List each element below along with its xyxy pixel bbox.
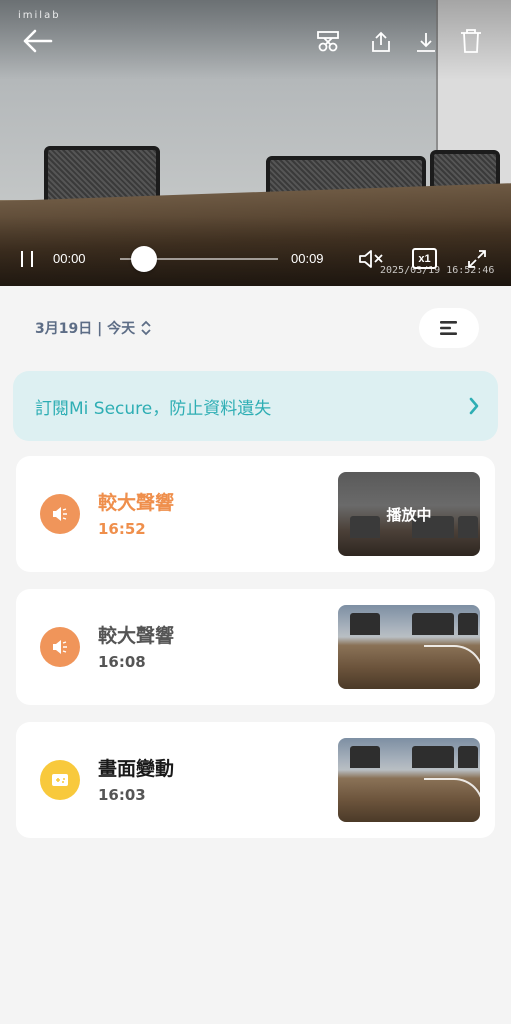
video-player[interactable]: imilab 00:00 00:09 x1 2025/03/19 16:52:4…: [0, 0, 511, 286]
event-card[interactable]: 畫面變動 16:03: [16, 722, 495, 838]
event-time: 16:03: [98, 786, 146, 804]
duration: 00:09: [291, 251, 324, 266]
motion-icon: [40, 760, 80, 800]
trash-icon[interactable]: [457, 27, 485, 55]
event-title: 較大聲響: [98, 492, 175, 514]
menu-lines-icon: [440, 321, 457, 335]
thumb-chair: [458, 746, 478, 768]
date-selector[interactable]: 3月19日 | 今天: [35, 318, 153, 338]
playing-label: 播放中: [386, 506, 432, 524]
brand-watermark: imilab: [18, 10, 61, 21]
event-card[interactable]: 較大聲響 16:52 播放中: [16, 456, 495, 572]
thumb-chair: [412, 613, 454, 635]
event-title: 較大聲響: [98, 625, 175, 647]
thumb-chair: [458, 613, 478, 635]
current-time: 00:00: [53, 251, 86, 266]
up-down-chevron-icon: [139, 319, 153, 337]
thumb-chair: [350, 746, 380, 768]
thumb-chair: [350, 613, 380, 635]
thumb-cable: [424, 778, 480, 818]
speaker-icon: [40, 627, 80, 667]
chevron-right-icon: [468, 396, 480, 420]
event-time: 16:52: [98, 520, 146, 538]
event-thumbnail[interactable]: [338, 738, 480, 822]
filter-menu-button[interactable]: [419, 308, 479, 348]
download-icon[interactable]: [412, 28, 440, 56]
back-arrow-icon[interactable]: [20, 26, 54, 56]
video-timestamp: 2025/03/19 16:52:46: [380, 265, 495, 276]
share-icon[interactable]: [367, 28, 395, 56]
thumb-chair: [412, 746, 454, 768]
event-time: 16:08: [98, 653, 146, 671]
date-label: 3月19日 | 今天: [35, 321, 136, 337]
event-card[interactable]: 較大聲響 16:08: [16, 589, 495, 705]
event-thumbnail[interactable]: 播放中: [338, 472, 480, 556]
subscription-banner[interactable]: 訂閱Mi Secure，防止資料遺失: [13, 371, 498, 441]
pause-icon[interactable]: [16, 248, 38, 270]
event-title: 畫面變動: [98, 758, 175, 780]
progress-knob[interactable]: [131, 246, 157, 272]
thumb-cable: [424, 645, 480, 685]
event-thumbnail[interactable]: [338, 605, 480, 689]
banner-text: 訂閱Mi Secure，防止資料遺失: [35, 398, 272, 419]
scissors-icon[interactable]: [314, 28, 342, 56]
speaker-icon: [40, 494, 80, 534]
